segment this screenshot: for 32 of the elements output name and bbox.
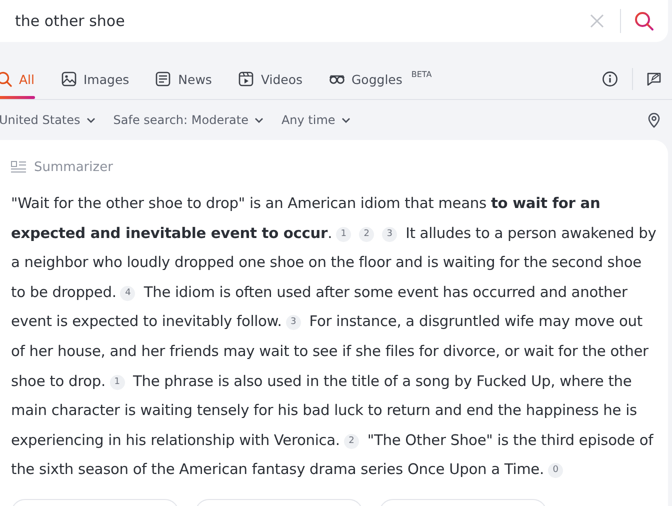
tab[interactable]: Images bbox=[60, 59, 130, 99]
filter-dropdown[interactable]: Any time bbox=[281, 113, 352, 127]
beta-label: BETA bbox=[411, 70, 432, 78]
image-icon bbox=[60, 71, 76, 87]
citation-link[interactable]: 1 bbox=[110, 374, 125, 390]
citation-link[interactable]: 1 bbox=[336, 226, 352, 242]
filter-dropdown[interactable]: Safe search: Moderate bbox=[113, 113, 264, 127]
info-icon[interactable] bbox=[602, 71, 618, 87]
caret-icon bbox=[341, 115, 352, 125]
video-icon bbox=[238, 71, 254, 87]
summary-icon bbox=[11, 161, 26, 174]
citation-link[interactable]: 2 bbox=[359, 226, 374, 242]
citation-link[interactable]: 3 bbox=[382, 226, 398, 242]
location-pin-icon[interactable] bbox=[646, 112, 662, 128]
summarizer-label: Summarizer bbox=[34, 160, 113, 175]
citation-link[interactable]: 0 bbox=[548, 463, 563, 478]
tab[interactable]: All bbox=[0, 59, 34, 99]
search-field[interactable]: the other shoe bbox=[15, 12, 590, 30]
search-icon bbox=[0, 71, 12, 87]
search-icon[interactable] bbox=[634, 11, 654, 31]
summary-paragraph: "Wait for the other shoe to drop" is an American idiom that means to wait for an expected and inevitable event to occur. 1 2 3 It alludes to a person awakened by a neighbor who loudly dropped one shoe on the floor and is waiting for the second shoe to be dropped. 4 The idiom is often used after some event has occurred and another event is expected to inevitably follow. 3 For instance, a disgruntled wife may move out of her house, and her friends may wait to see if she files for divorce, or wait for the other shoe to drop. 1 The phrase is also used in the title of a song by Fucked Up, where the main character is waiting tensely for his bad luck to return and end the happiness he is experiencing in his relationship with Veronica. 2 "The Other Shoe" is the third episode of the sixth season of the American fantasy drama series Once Upon a Time. 0 bbox=[11, 194, 658, 480]
caret-icon bbox=[86, 115, 96, 125]
citation-link[interactable]: 4 bbox=[120, 286, 136, 301]
citation-link[interactable]: 3 bbox=[286, 315, 301, 330]
citation-link[interactable]: 2 bbox=[344, 434, 359, 449]
filter-dropdown[interactable]: United States bbox=[0, 113, 96, 127]
feedback-icon[interactable] bbox=[646, 71, 662, 87]
caret-icon bbox=[254, 115, 264, 125]
tab[interactable]: News bbox=[155, 59, 212, 99]
tab[interactable]: Videos bbox=[238, 59, 302, 99]
tab[interactable]: Goggles $^{BETA}$ bbox=[328, 59, 432, 99]
newspaper-icon bbox=[155, 71, 172, 87]
